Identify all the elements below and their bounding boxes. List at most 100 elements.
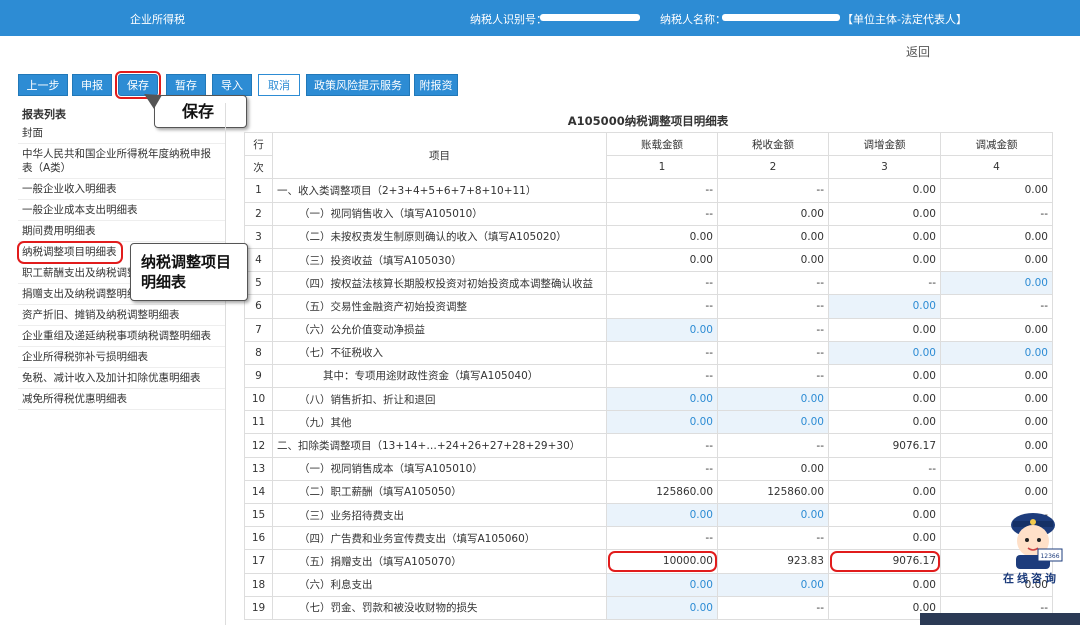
cell-col1: 0.00 (606, 247, 718, 273)
row-number: 17 (244, 549, 273, 574)
sidebar-item-reduction[interactable]: 减免所得税优惠明细表 (18, 389, 225, 410)
cell-col3[interactable]: 0.00 (828, 340, 941, 365)
cell-col4[interactable]: 0.00 (940, 340, 1053, 365)
attachments-button[interactable]: 附报资料 (414, 74, 458, 114)
row-number: 5 (244, 271, 273, 296)
sidebar-item-restructuring[interactable]: 企业重组及递延纳税事项纳税调整明细表 (18, 326, 225, 347)
cell-col2[interactable]: 0.00 (717, 572, 829, 597)
cell-col1: -- (606, 271, 718, 296)
cell-col2: 0.00 (717, 247, 829, 273)
online-consult-label[interactable]: 在线咨询 (1003, 570, 1059, 586)
cell-col1[interactable]: 0.00 (606, 387, 718, 412)
row-item-label: 二、扣除类调整项目（13+14+…+24+26+27+28+29+30） (272, 433, 607, 458)
cell-col2: -- (717, 340, 829, 365)
tax-adjustment-callout: 纳税调整项目明细表 (130, 243, 248, 301)
row-number: 4 (244, 247, 273, 273)
table-row: 14 （二）职工薪酬（填写A105050） 125860.00 125860.00 0.… (244, 479, 1053, 505)
cell-col1: 125860.00 (606, 479, 718, 505)
cell-col1[interactable]: 0.00 (606, 317, 718, 342)
import-button[interactable]: 导入 (212, 74, 252, 96)
cell-col1[interactable]: 0.00 (606, 502, 718, 528)
row-item-label: （四）按权益法核算长期股权投资对初始投资成本调整确认收益 (272, 271, 607, 296)
header-col3: 调增金额 (828, 131, 941, 157)
sidebar-item-cost[interactable]: 一般企业成本支出明细表 (18, 200, 225, 221)
policy-risk-button[interactable]: 政策风险提示服务 (306, 74, 410, 96)
row-item-label: （二）未按权责发生制原则确认的收入（填写A105020） (272, 224, 607, 249)
cell-col4: 0.00 (940, 224, 1053, 249)
row-item-label: （七）罚金、罚款和被没收财物的损失 (272, 595, 607, 620)
app-name: 企业所得税 (130, 13, 185, 26)
row-item-label: （一）视同销售收入（填写A105010） (272, 201, 607, 226)
cell-col2: -- (717, 317, 829, 342)
sidebar-item-income[interactable]: 一般企业收入明细表 (18, 179, 225, 200)
row-item-label: （一）视同销售成本（填写A105010） (272, 456, 607, 481)
cell-col3: 9076.17 (828, 549, 941, 574)
row-item-label: （六）公允价值变动净损益 (272, 317, 607, 342)
prev-step-button[interactable]: 上一步 (18, 74, 68, 96)
sidebar-item-tax-adjustment[interactable]: 纳税调整项目明细表 (17, 241, 123, 264)
sidebar-item-exemption[interactable]: 免税、减计收入及加计扣除优惠明细表 (18, 368, 225, 389)
table-row: 7 （六）公允价值变动净损益 0.00 -- 0.00 0.00 (244, 317, 1053, 342)
cell-col2: 923.83 (717, 549, 829, 574)
cell-col1[interactable]: 0.00 (606, 572, 718, 597)
row-number: 6 (244, 294, 273, 319)
mascot-badge: 12366 (1040, 553, 1059, 560)
cell-col3: 0.00 (828, 363, 941, 389)
declare-button[interactable]: 申报 (72, 74, 112, 96)
row-item-label: （三）业务招待费支出 (272, 502, 607, 528)
cell-col2[interactable]: 0.00 (717, 387, 829, 412)
cell-col1: -- (606, 526, 718, 551)
cell-col1: -- (606, 363, 718, 389)
cell-col3[interactable]: 0.00 (828, 294, 941, 319)
header-n4: 4 (940, 155, 1053, 180)
cancel-button[interactable]: 取消 (258, 74, 300, 96)
row-item-label: （六）利息支出 (272, 572, 607, 597)
header-item: 项目 (272, 131, 607, 180)
table-row: 16（四）广告费和业务宣传费支出（填写A105060）----0.000.00 (244, 526, 1053, 551)
cell-col4: 0.00 (940, 387, 1053, 412)
sidebar-item-loss-offset[interactable]: 企业所得税弥补亏损明细表 (18, 347, 225, 368)
taxpayer-name-label: 纳税人名称： (660, 13, 726, 26)
cell-col2: -- (717, 595, 829, 620)
sidebar-item-main-return[interactable]: 中华人民共和国企业所得税年度纳税申报表（A类） (18, 144, 225, 179)
temp-save-button[interactable]: 暂存 (166, 74, 206, 96)
cell-col4: 0.00 (940, 363, 1053, 389)
cell-col1[interactable]: 0.00 (606, 410, 718, 435)
row-item-label: （五）交易性金融资产初始投资调整 (272, 294, 607, 319)
row-item-label: （七）不征税收入 (272, 340, 607, 365)
cell-col1: -- (606, 433, 718, 458)
report-main: A105000纳税调整项目明细表 行 项目 账载金额 税收金额 调增金额 调减金… (244, 110, 1053, 620)
table-row: 5 （四）按权益法核算长期股权投资对初始投资成本调整确认收益 -- -- -- 0.00 (244, 271, 1053, 296)
cell-col4: 0.00 (940, 178, 1053, 203)
sidebar-item-cover[interactable]: 封面 (18, 123, 225, 144)
cell-col2: -- (717, 526, 829, 551)
table-row: 12 二、扣除类调整项目（13+14+…+24+26+27+28+29+30） --… (244, 433, 1053, 458)
row-number: 3 (244, 224, 273, 249)
cell-col2: 125860.00 (717, 479, 829, 505)
cell-col4: 0.00 (940, 456, 1053, 481)
sidebar-item-depreciation[interactable]: 资产折旧、摊销及纳税调整明细表 (18, 305, 225, 326)
cell-col3: 0.00 (828, 201, 941, 226)
row-number: 11 (244, 410, 273, 435)
back-link[interactable]: 返回 (906, 43, 930, 60)
row-number: 7 (244, 317, 273, 342)
cell-col4[interactable]: 0.00 (940, 271, 1053, 296)
row-number: 19 (244, 595, 273, 620)
header-row-label: 行 (244, 131, 273, 157)
header-col2: 税收金额 (717, 131, 829, 157)
header-col1: 账载金额 (606, 131, 718, 157)
header-n2: 2 (717, 155, 829, 180)
cell-col2: 0.00 (717, 224, 829, 249)
header-row-label-2: 次 (244, 155, 273, 180)
cell-col2[interactable]: 0.00 (717, 502, 829, 528)
taxpayer-id-redaction (540, 14, 640, 21)
table-title: A105000纳税调整项目明细表 (567, 114, 729, 128)
cell-col2: -- (717, 271, 829, 296)
cell-col1: 0.00 (606, 224, 718, 249)
cell-col4: 0.00 (940, 247, 1053, 273)
cell-col1[interactable]: 0.00 (606, 595, 718, 620)
sidebar-item-period-expense[interactable]: 期间费用明细表 (18, 221, 225, 242)
row-number: 10 (244, 387, 273, 412)
cell-col2[interactable]: 0.00 (717, 410, 829, 435)
header-n3: 3 (828, 155, 941, 180)
